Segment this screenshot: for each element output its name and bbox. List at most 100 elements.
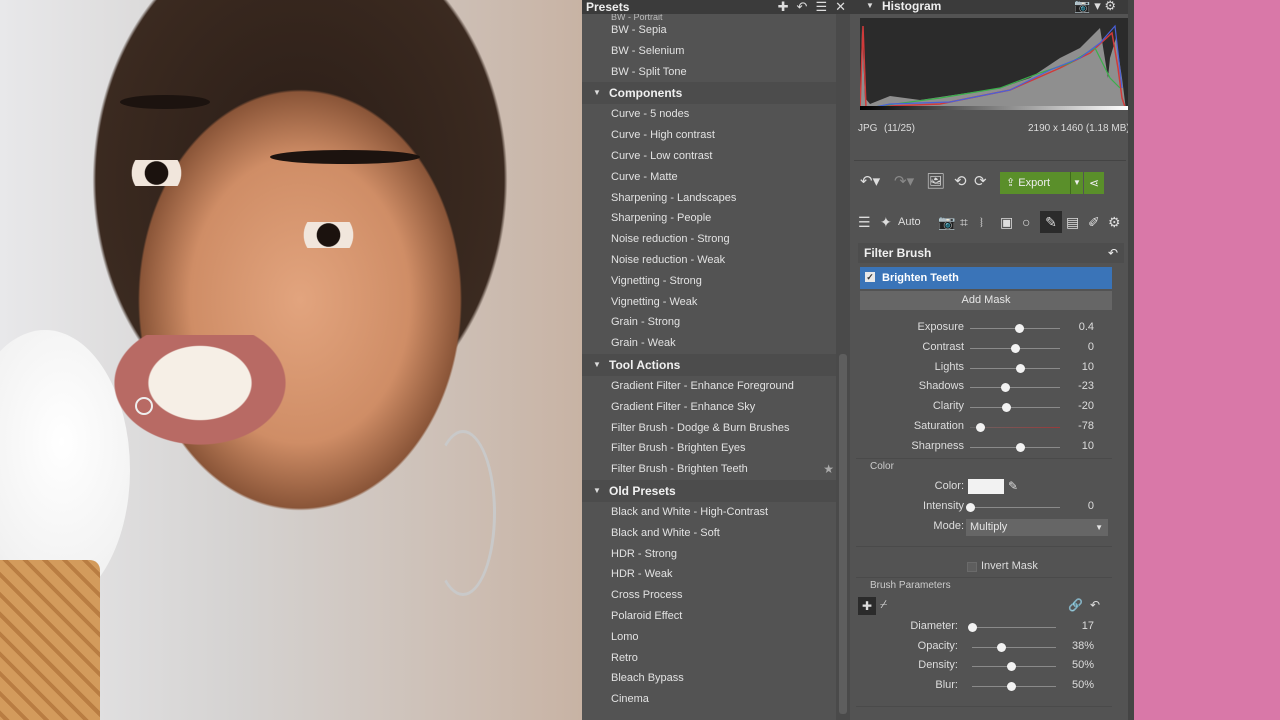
slider-track[interactable]: [972, 646, 1056, 648]
preset-item[interactable]: Black and White - Soft: [582, 523, 836, 544]
preset-category[interactable]: ▼ Tool Actions: [582, 353, 836, 376]
invert-mask-checkbox[interactable]: [967, 562, 977, 572]
preset-item[interactable]: Curve - Low contrast: [582, 146, 836, 167]
scrollbar-thumb[interactable]: [839, 354, 847, 714]
slider-row[interactable]: Saturation -78: [850, 419, 1128, 435]
preset-item[interactable]: Noise reduction - Weak: [582, 250, 836, 271]
mask-item[interactable]: ✓ Brighten Teeth: [860, 267, 1112, 289]
preset-item[interactable]: BW - Selenium: [582, 41, 836, 62]
settings-icon[interactable]: ⚙: [1108, 214, 1121, 231]
preset-category[interactable]: ▼ Old Presets: [582, 479, 836, 502]
slider-track[interactable]: [970, 407, 1060, 409]
preset-item[interactable]: Vignetting - Weak: [582, 292, 836, 313]
preset-item[interactable]: Sharpening - Landscapes: [582, 188, 836, 209]
slider-track[interactable]: [970, 387, 1060, 389]
share-icon[interactable]: ⋖: [1084, 172, 1104, 194]
add-icon[interactable]: ✚: [778, 0, 789, 15]
preset-item[interactable]: Noise reduction - Strong: [582, 229, 836, 250]
preset-item[interactable]: Cinema: [582, 689, 836, 710]
photo-preview[interactable]: [0, 0, 582, 720]
close-icon[interactable]: ✕: [835, 0, 846, 15]
slider-knob[interactable]: [997, 642, 1007, 652]
slider-knob[interactable]: [1007, 681, 1017, 691]
collapse-arrow-icon[interactable]: ▼: [593, 354, 601, 376]
preset-item[interactable]: Cross Process: [582, 585, 836, 606]
preset-item[interactable]: Lomo: [582, 627, 836, 648]
preset-item[interactable]: Grain - Strong: [582, 312, 836, 333]
auto-button[interactable]: Auto: [898, 216, 921, 228]
perspective-icon[interactable]: ⧘: [980, 214, 983, 231]
color-swatch[interactable]: [968, 479, 1004, 494]
slider-knob[interactable]: [1011, 343, 1020, 353]
preset-item[interactable]: Retro: [582, 648, 836, 669]
reset-icon[interactable]: ↶: [1108, 243, 1118, 263]
preset-item[interactable]: Curve - High contrast: [582, 125, 836, 146]
preset-item[interactable]: Curve - 5 nodes: [582, 104, 836, 125]
eyedropper-icon[interactable]: ✎: [1008, 479, 1018, 493]
retouch-icon[interactable]: ✐: [1088, 214, 1100, 231]
preset-item[interactable]: Gradient Filter - Enhance Sky: [582, 397, 836, 418]
preset-item[interactable]: HDR - Strong: [582, 544, 836, 565]
redo-icon[interactable]: ↷▾: [894, 172, 914, 190]
preset-item[interactable]: Grain - Weak: [582, 333, 836, 354]
preset-item[interactable]: Black and White - High-Contrast: [582, 502, 836, 523]
filter-brush-icon[interactable]: ✎: [1040, 211, 1062, 233]
histogram-header[interactable]: ▼ Histogram 📷 ▾ ⚙: [850, 0, 1128, 14]
reset-brush-icon[interactable]: ↶: [1090, 598, 1100, 612]
preset-item[interactable]: HDR - Weak: [582, 564, 836, 585]
slider-row[interactable]: Sharpness 10: [850, 439, 1128, 455]
preset-item[interactable]: Vignetting - Strong: [582, 271, 836, 292]
preset-item[interactable]: Filter Brush - Brighten Eyes: [582, 438, 836, 459]
frame-icon[interactable]: ▣: [1000, 214, 1013, 231]
image-icon[interactable]: 🖼: [926, 172, 945, 190]
revert-icon[interactable]: ↶: [797, 0, 808, 15]
menu-icon[interactable]: ☰: [815, 0, 827, 15]
collapse-arrow-icon[interactable]: ▼: [593, 82, 601, 104]
radial-filter-icon[interactable]: ○: [1022, 214, 1030, 230]
preset-category[interactable]: ▼ Components: [582, 82, 836, 105]
slider-knob[interactable]: [1015, 363, 1025, 373]
slider-row[interactable]: Exposure 0.4: [850, 320, 1128, 336]
rotate-left-icon[interactable]: ⟲: [954, 172, 967, 190]
slider-row[interactable]: Contrast 0: [850, 340, 1128, 356]
presets-scrollbar[interactable]: [836, 14, 850, 720]
slider-knob[interactable]: [1000, 383, 1010, 393]
slider-track[interactable]: [972, 627, 1056, 628]
preset-item[interactable]: Curve - Matte: [582, 167, 836, 188]
slider-knob[interactable]: [1002, 403, 1011, 413]
slider-knob[interactable]: [1015, 442, 1025, 452]
mask-checkbox[interactable]: ✓: [865, 272, 875, 282]
preset-item[interactable]: Gradient Filter - Enhance Foreground: [582, 376, 836, 397]
slider-knob[interactable]: [968, 623, 977, 632]
slider-row[interactable]: Opacity: 38%: [850, 639, 1128, 655]
mode-select[interactable]: Multiply ▼: [966, 519, 1108, 536]
preset-item[interactable]: Filter Brush - Brighten Teeth ★: [582, 459, 836, 480]
slider-row[interactable]: Shadows -23: [850, 379, 1128, 395]
slider-knob[interactable]: [975, 423, 985, 432]
export-button[interactable]: ⇪ Export: [1000, 172, 1070, 194]
crop-icon[interactable]: ⌗: [960, 214, 968, 231]
intensity-knob[interactable]: [966, 503, 975, 512]
collapse-arrow-icon[interactable]: ▼: [593, 480, 601, 502]
sliders-icon[interactable]: ☰: [858, 214, 871, 231]
undo-icon[interactable]: ↶▾: [860, 172, 880, 190]
intensity-slider[interactable]: Intensity 0: [850, 499, 1128, 515]
slider-row[interactable]: Diameter: 17: [850, 619, 1128, 635]
preset-item[interactable]: Bleach Bypass: [582, 668, 836, 689]
magic-wand-icon[interactable]: ✦: [880, 214, 892, 231]
brush-erase-icon[interactable]: ⌿: [880, 597, 887, 612]
panel-edge[interactable]: [1128, 0, 1134, 720]
add-mask-button[interactable]: Add Mask: [860, 291, 1112, 310]
export-dropdown-icon[interactable]: ▼: [1070, 172, 1083, 194]
slider-row[interactable]: Clarity -20: [850, 399, 1128, 415]
preset-item[interactable]: Polaroid Effect: [582, 606, 836, 627]
camera-icon[interactable]: 📷 ▾ ⚙: [1074, 0, 1116, 14]
preset-item[interactable]: Filter Brush - Dodge & Burn Brushes: [582, 418, 836, 439]
slider-knob[interactable]: [1007, 662, 1017, 671]
gradient-filter-icon[interactable]: ▤: [1066, 214, 1079, 231]
collapse-arrow-icon[interactable]: ▼: [866, 1, 874, 10]
rotate-right-icon[interactable]: ⟳: [974, 172, 987, 190]
slider-row[interactable]: Lights 10: [850, 360, 1128, 376]
slider-knob[interactable]: [1014, 324, 1024, 333]
intensity-track[interactable]: [970, 507, 1060, 508]
